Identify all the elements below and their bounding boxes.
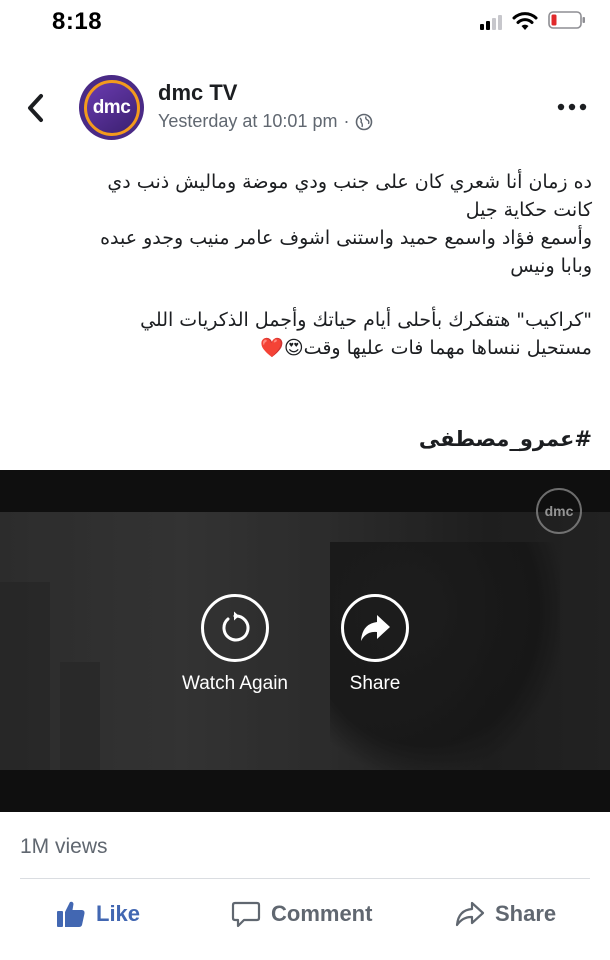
post-timestamp[interactable]: Yesterday at 10:01 pm — [158, 111, 337, 132]
post-text: ده زمان أنا شعري كان على جنب ودي موضة وم… — [20, 168, 592, 362]
post-line: ده زمان أنا شعري كان على جنب ودي موضة وم… — [107, 171, 592, 193]
share-video-button[interactable]: Share — [330, 594, 420, 695]
page-avatar[interactable]: dmc — [79, 75, 144, 140]
thumbs-up-icon — [57, 901, 85, 927]
signal-icon — [480, 14, 506, 30]
hashtag-link[interactable]: #عمرو_مصطفى — [419, 427, 592, 451]
page-name[interactable]: dmc TV — [158, 80, 237, 106]
dmc-watermark: dmc — [536, 488, 582, 534]
post-line: كانت حكاية جيل — [465, 199, 592, 221]
comment-button[interactable]: Comment — [231, 894, 372, 934]
watch-again-button[interactable]: Watch Again — [174, 594, 296, 695]
back-chevron-icon[interactable] — [24, 92, 48, 124]
share-arrow-icon — [455, 901, 485, 927]
post-line: مستحيل ننساها مهما فات عليها وقت😍❤️ — [260, 337, 592, 359]
more-options-icon[interactable] — [556, 102, 588, 112]
view-count: 1M views — [20, 835, 108, 858]
video-overlay — [0, 470, 610, 812]
avatar-logo-text: dmc — [92, 96, 131, 118]
meta-separator: · — [343, 111, 350, 131]
watermark-text: dmc — [544, 503, 574, 519]
share-label: Share — [495, 901, 557, 926]
post-line: وأسمع فؤاد واسمع حميد واستنى اشوف عامر م… — [100, 227, 592, 249]
like-button[interactable]: Like — [56, 894, 140, 934]
replay-icon — [201, 594, 269, 662]
divider — [20, 878, 590, 879]
wifi-icon — [512, 12, 538, 30]
watch-again-label: Watch Again — [182, 673, 288, 694]
comment-bubble-icon — [231, 901, 261, 928]
like-label: Like — [96, 901, 141, 926]
globe-icon — [356, 113, 373, 130]
share-video-label: Share — [349, 673, 401, 694]
comment-label: Comment — [271, 901, 373, 926]
post-line: "كراكيب" هتفكرك بأحلى أيام حياتك وأجمل ا… — [140, 309, 592, 331]
share-button[interactable]: Share — [455, 894, 556, 934]
video-player[interactable]: dmc Watch Again Share — [0, 470, 610, 812]
battery-icon — [548, 11, 585, 29]
status-time: 8:18 — [52, 8, 103, 35]
share-arrow-icon — [341, 594, 409, 662]
post-meta: Yesterday at 10:01 pm · — [158, 111, 373, 132]
post-line: وبابا ونيس — [510, 255, 592, 277]
dmc-logo: dmc — [83, 79, 140, 136]
status-bar: 8:18 — [0, 0, 610, 50]
